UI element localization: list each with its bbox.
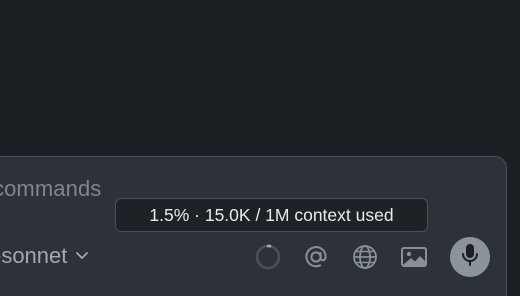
context-usage-ring-icon[interactable] — [254, 243, 282, 271]
image-icon[interactable] — [399, 243, 429, 271]
chevron-down-icon — [75, 251, 89, 261]
model-selector-label: -sonnet — [0, 243, 68, 268]
microphone-icon — [459, 242, 481, 273]
context-usage-tooltip: 1.5% · 15.0K / 1M context used — [115, 198, 428, 232]
prompt-input-placeholder[interactable]: commands — [0, 176, 101, 202]
app-window: commands -sonnet 1.5% · 15.0K / 1M conte… — [0, 0, 520, 296]
model-selector[interactable]: -sonnet — [0, 243, 89, 269]
tooltip-text: 1.5% · 15.0K / 1M context used — [149, 204, 394, 225]
at-icon[interactable] — [302, 243, 330, 271]
voice-input-button[interactable] — [450, 237, 490, 277]
globe-icon[interactable] — [350, 243, 380, 271]
